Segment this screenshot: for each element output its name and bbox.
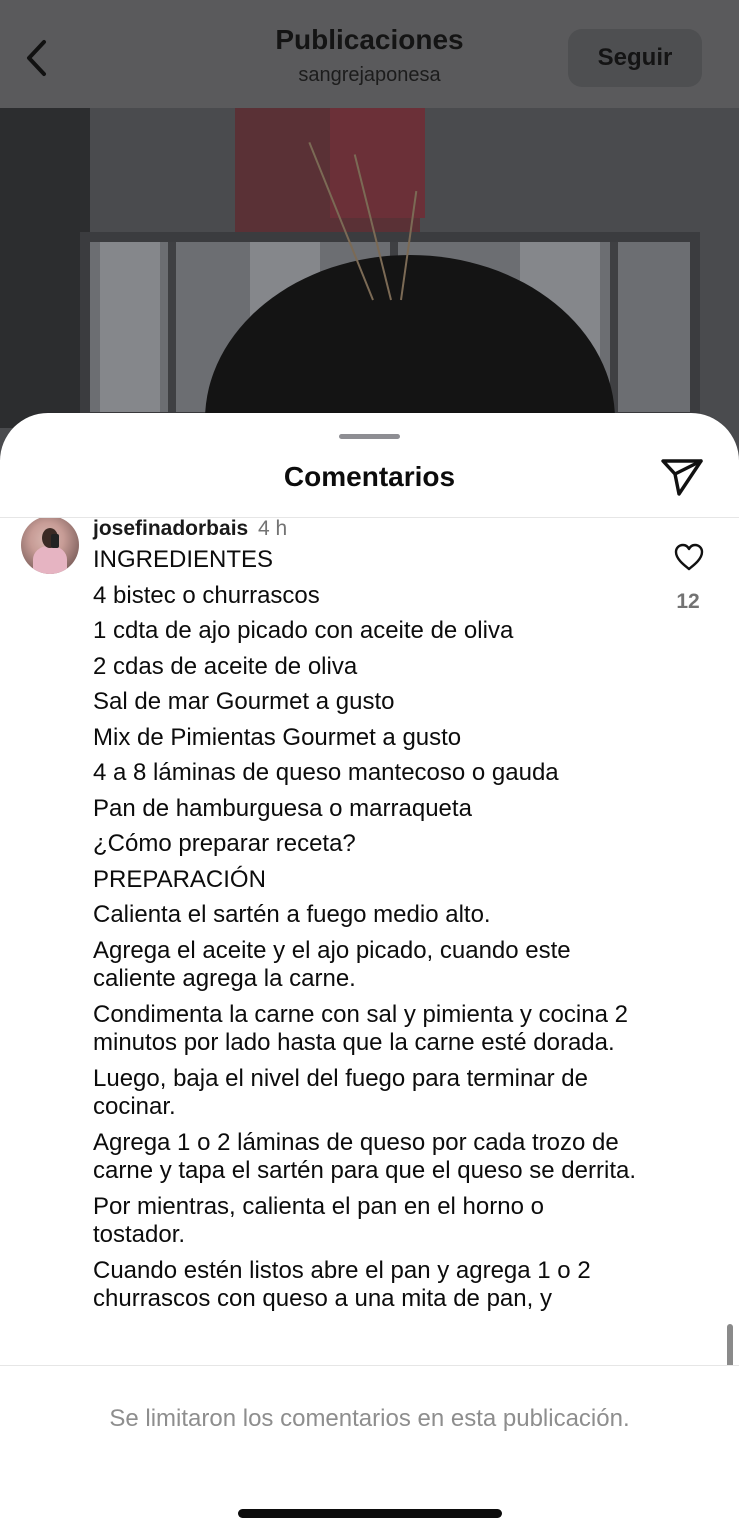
comment-line: 2 cdas de aceite de oliva	[93, 652, 358, 680]
scrollbar[interactable]	[727, 1324, 733, 1366]
comments-limited-note: Se limitaron los comentarios en esta pub…	[109, 1405, 630, 1432]
comment-line: Calienta el sartén a fuego medio alto.	[93, 901, 491, 928]
share-button[interactable]	[656, 453, 708, 501]
comments-sheet: Comentarios josefinadorbais 4 h INGREDIE…	[0, 413, 739, 1533]
comment-line: 1 cdta de ajo picado con aceite de oliva	[93, 617, 514, 644]
comment-line: Agrega 1 o 2 láminas de queso por cada t…	[93, 1128, 636, 1185]
comments-list[interactable]: josefinadorbais 4 h INGREDIENTES 4 biste…	[0, 518, 739, 1366]
comment-line: Cuando estén listos abre el pan y agrega…	[93, 1256, 591, 1313]
comment-line: 4 bistec o churrascos	[93, 581, 320, 609]
comment-line: Mix de Pimientas Gourmet a gusto	[93, 723, 462, 751]
comment-line: Condimenta la carne con sal y pimienta y…	[93, 1000, 628, 1057]
footer-divider	[0, 1365, 739, 1366]
comment-line: ¿Cómo preparar receta?	[93, 830, 356, 857]
comment-line: Luego, baja el nivel del fuego para term…	[93, 1064, 588, 1121]
sheet-title: Comentarios	[283, 461, 456, 492]
comment-line: 4 a 8 láminas de queso mantecoso o gauda	[93, 759, 559, 786]
home-indicator[interactable]	[238, 1509, 502, 1518]
comment-line: Por mientras, calienta el pan en el horn…	[93, 1192, 544, 1249]
screen: Publicaciones sangrejaponesa Seguir Come…	[0, 0, 739, 1533]
comment-line: PREPARACIÓN	[93, 865, 266, 893]
comment-text: INGREDIENTES 4 bistec o churrascos 1 cdt…	[93, 546, 638, 1321]
top-nav-bar: Publicaciones sangrejaponesa Seguir	[0, 0, 739, 108]
comment-line: Agrega el aceite y el ajo picado, cuando…	[93, 936, 571, 993]
like-count[interactable]: 12	[662, 590, 714, 614]
comment-timestamp: 4 h	[258, 518, 288, 540]
follow-button[interactable]: Seguir	[568, 29, 702, 87]
avatar[interactable]	[21, 518, 79, 574]
comment-line: INGREDIENTES	[93, 546, 274, 573]
comment-header: josefinadorbais 4 h	[93, 518, 287, 542]
sheet-grabber[interactable]	[339, 434, 400, 439]
comment-username[interactable]: josefinadorbais	[93, 518, 248, 540]
like-button[interactable]	[672, 540, 706, 574]
paper-plane-icon	[661, 459, 703, 496]
comment-line: Sal de mar Gourmet a gusto	[93, 688, 395, 715]
comment-line: Pan de hamburguesa o marraqueta	[93, 794, 472, 822]
heart-outline-icon	[674, 543, 704, 571]
